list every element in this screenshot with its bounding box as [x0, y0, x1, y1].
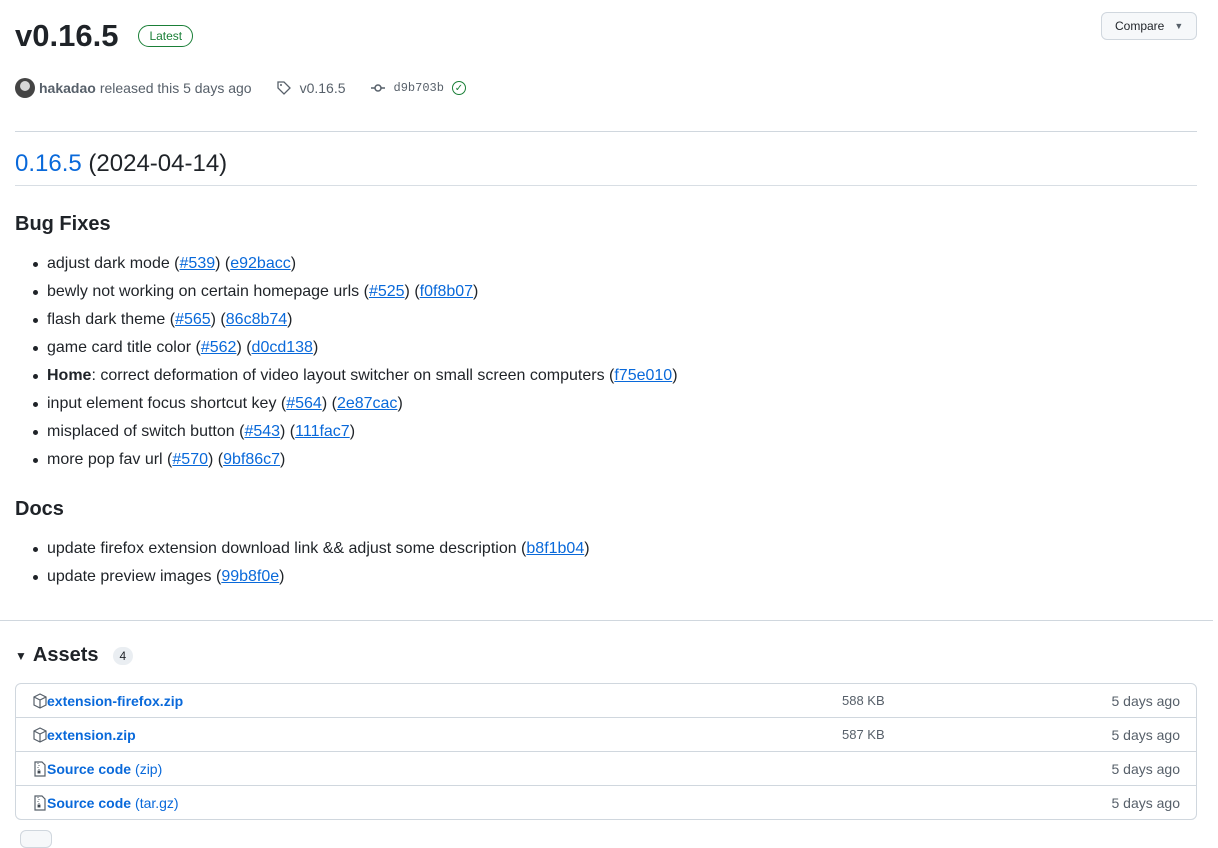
package-icon [33, 692, 47, 709]
asset-link[interactable]: Source code [47, 761, 131, 777]
pr-link[interactable]: #564 [286, 395, 322, 412]
released-text: released this 5 days ago [99, 80, 252, 96]
pr-link[interactable]: #539 [180, 255, 216, 272]
pr-link[interactable]: #565 [175, 311, 211, 328]
release-header: v0.16.5 Latest Compare ▼ hakadao release… [15, 0, 1197, 131]
item-text: misplaced of switch button [47, 423, 235, 440]
commit-link[interactable]: 9bf86c7 [223, 451, 280, 468]
pr-link[interactable]: #543 [244, 423, 280, 440]
version-date: (2024-04-14) [88, 150, 228, 177]
asset-size: 588 KB [842, 693, 885, 708]
asset-date: 5 days ago [1111, 726, 1181, 743]
section-heading-bug-fixes: Bug Fixes [15, 213, 111, 235]
assets-heading: Assets [32, 644, 99, 666]
commit-link[interactable]: 111fac7 [295, 423, 350, 440]
asset-size: 587 KB [842, 727, 885, 742]
latest-badge: Latest [138, 25, 194, 47]
asset-ext[interactable]: (zip) [135, 761, 162, 777]
assets-count: 4 [112, 646, 134, 665]
tag-icon [276, 81, 291, 95]
item-text: update firefox extension download link &… [47, 540, 517, 557]
asset-date: 5 days ago [1111, 794, 1181, 811]
asset-link[interactable]: extension-firefox.zip [47, 693, 183, 709]
asset-row: Source code (zip) 5 days ago [16, 751, 1196, 785]
commit-link[interactable]: b8f1b04 [526, 540, 584, 557]
compare-label: Compare [1115, 19, 1165, 33]
asset-row: extension.zip 587 KB 5 days ago [16, 717, 1196, 751]
tag-link[interactable]: v0.16.5 [276, 80, 346, 96]
item-text: bewly not working on certain homepage ur… [47, 283, 360, 300]
commit-link[interactable]: d0cd138 [252, 339, 313, 356]
list-item: bewly not working on certain homepage ur… [33, 278, 678, 306]
check-circle-icon[interactable]: ✓ [451, 81, 466, 95]
author-link[interactable]: hakadao [39, 80, 96, 96]
scope-label: Home [47, 367, 92, 384]
commit-hash: d9b703b [393, 81, 444, 95]
avatar[interactable] [15, 78, 35, 98]
item-text: adjust dark mode [47, 255, 170, 272]
triangle-down-icon: ▼ [15, 648, 27, 663]
section-heading-docs: Docs [15, 498, 64, 520]
commit-link[interactable]: 86c8b74 [226, 311, 287, 328]
release-title[interactable]: v0.16.5 [15, 18, 118, 54]
pr-link[interactable]: #562 [201, 339, 237, 356]
version-link[interactable]: 0.16.5 [15, 150, 82, 177]
list-item: input element focus shortcut key (#564) … [33, 390, 678, 418]
commit-link[interactable]: 99b8f0e [221, 568, 279, 585]
file-zip-icon [33, 794, 47, 811]
list-item: update preview images (99b8f0e) [33, 563, 590, 591]
list-item: adjust dark mode (#539) (e92bacc) [33, 250, 678, 278]
assets-list: extension-firefox.zip 588 KB 5 days ago ext… [15, 683, 1197, 820]
list-item: update firefox extension download link &… [33, 535, 590, 563]
git-commit-icon [370, 84, 385, 92]
package-icon [33, 726, 47, 743]
pr-link[interactable]: #525 [369, 283, 405, 300]
divider [15, 131, 1197, 132]
commit-link[interactable]: f0f8b07 [420, 283, 473, 300]
commit-link[interactable]: d9b703b [370, 80, 444, 96]
list-item: Home: correct deformation of video layou… [33, 362, 678, 390]
divider [0, 620, 1213, 621]
list-item: flash dark theme (#565) (86c8b74) [33, 306, 678, 334]
asset-ext[interactable]: (tar.gz) [135, 795, 179, 811]
asset-date: 5 days ago [1111, 760, 1181, 777]
file-zip-icon [33, 760, 47, 777]
assets-toggle[interactable]: ▼ Assets 4 [15, 644, 134, 667]
item-text: game card title color [47, 339, 192, 356]
asset-row: extension-firefox.zip 588 KB 5 days ago [16, 684, 1196, 717]
version-heading: 0.16.5 (2024-04-14) [15, 150, 227, 178]
commit-link[interactable]: f75e010 [614, 367, 672, 384]
asset-link[interactable]: extension.zip [47, 727, 136, 743]
bug-fixes-list: adjust dark mode (#539) (e92bacc) bewly n… [33, 250, 678, 474]
item-text: : correct deformation of video layout sw… [91, 367, 605, 384]
reaction-button[interactable] [20, 830, 52, 848]
pr-link[interactable]: #570 [172, 451, 208, 468]
commit-link[interactable]: e92bacc [230, 255, 291, 272]
asset-link[interactable]: Source code [47, 795, 131, 811]
title-row: v0.16.5 Latest [15, 18, 194, 54]
tag-text: v0.16.5 [299, 80, 346, 96]
compare-button[interactable]: Compare ▼ [1101, 12, 1197, 40]
list-item: misplaced of switch button (#543) (111fa… [33, 418, 678, 446]
commit-link[interactable]: 2e87cac [337, 395, 398, 412]
docs-list: update firefox extension download link &… [33, 535, 590, 591]
asset-row: Source code (tar.gz) 5 days ago [16, 785, 1196, 819]
item-text: flash dark theme [47, 311, 166, 328]
item-text: update preview images [47, 568, 212, 585]
asset-date: 5 days ago [1111, 692, 1181, 709]
item-text: input element focus shortcut key [47, 395, 277, 412]
divider [15, 185, 1197, 186]
caret-down-icon: ▼ [1174, 21, 1184, 31]
release-meta: hakadao released this 5 days ago v0.16.5… [15, 78, 466, 98]
list-item: game card title color (#562) (d0cd138) [33, 334, 678, 362]
list-item: more pop fav url (#570) (9bf86c7) [33, 446, 678, 474]
item-text: more pop fav url [47, 451, 163, 468]
